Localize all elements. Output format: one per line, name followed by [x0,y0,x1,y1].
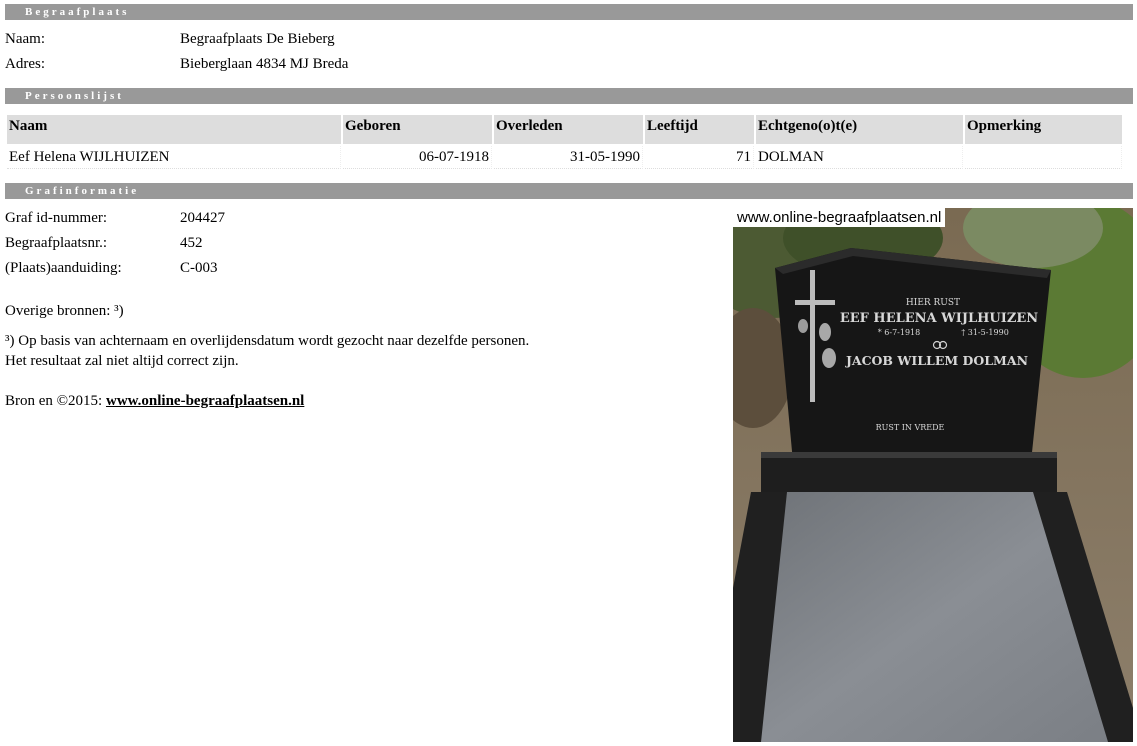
cell-naam: Eef Helena WIJLHUIZEN [7,146,341,169]
photo-watermark: www.online-begraafplaatsen.nl [733,208,946,227]
grave-id-value: 204427 [180,210,225,226]
cell-opmerking [965,146,1122,169]
section-header-grafinformatie: Grafinformatie [5,183,1133,199]
location-label: (Plaats)aanduiding: [5,260,122,276]
grave-photo-drawing: HIER RUST EEF HELENA WIJLHUIZEN * 6-7-19… [733,208,1133,742]
source-prefix: Bron en ©2015: [5,393,106,409]
col-header-opmerking: Opmerking [965,115,1122,144]
cemetery-name-value: Begraafplaats De Bieberg [180,31,335,47]
cemetery-number-label: Begraafplaatsnr.: [5,235,108,251]
persons-table-header: Naam Geboren Overleden Leeftijd Echtgeno… [7,115,1122,144]
cell-overleden: 31-05-1990 [494,146,643,169]
cemetery-address-label: Adres: [5,56,45,72]
section-header-begraafplaats: Begraafplaats [5,4,1133,20]
inscription-death: † 31-5-1990 [961,328,1009,337]
inscription-birth: * 6-7-1918 [878,328,921,337]
col-header-geboren: Geboren [343,115,492,144]
other-sources: Overige bronnen: ³) [5,303,124,319]
cemetery-name-label: Naam: [5,31,45,47]
table-row: Eef Helena WIJLHUIZEN 06-07-1918 31-05-1… [7,146,1122,169]
footnote-line-2: Het resultaat zal niet altijd correct zi… [5,353,239,369]
col-header-leeftijd: Leeftijd [645,115,754,144]
footnote-line-1: ³) Op basis van achternaam en overlijden… [5,333,530,349]
cemetery-address-value: Bieberglaan 4834 MJ Breda [180,56,349,72]
col-header-echtgenoot: Echtgeno(o)t(e) [756,115,963,144]
source-line: Bron en ©2015: www.online-begraafplaatse… [5,393,304,410]
cemetery-number-value: 452 [180,235,203,251]
inscription-line-2: EEF HELENA WIJLHUIZEN [840,311,1038,326]
source-link[interactable]: www.online-begraafplaatsen.nl [106,393,304,409]
section-header-persoonslijst: Persoonslijst [5,88,1133,104]
grave-id-label: Graf id-nummer: [5,210,108,226]
col-header-naam: Naam [7,115,341,144]
persons-table: Naam Geboren Overleden Leeftijd Echtgeno… [5,113,1124,171]
inscription-line-1: HIER RUST [906,298,960,308]
cell-geboren: 06-07-1918 [343,146,492,169]
col-header-overleden: Overleden [494,115,643,144]
inscription-line-4: JACOB WILLEM DOLMAN [845,353,1028,368]
location-value: C-003 [180,260,218,276]
cell-echtgenoot: DOLMAN [756,146,963,169]
inscription-line-5: RUST IN VREDE [876,423,945,432]
grave-photo: HIER RUST EEF HELENA WIJLHUIZEN * 6-7-19… [733,208,1133,742]
cell-leeftijd: 71 [645,146,754,169]
